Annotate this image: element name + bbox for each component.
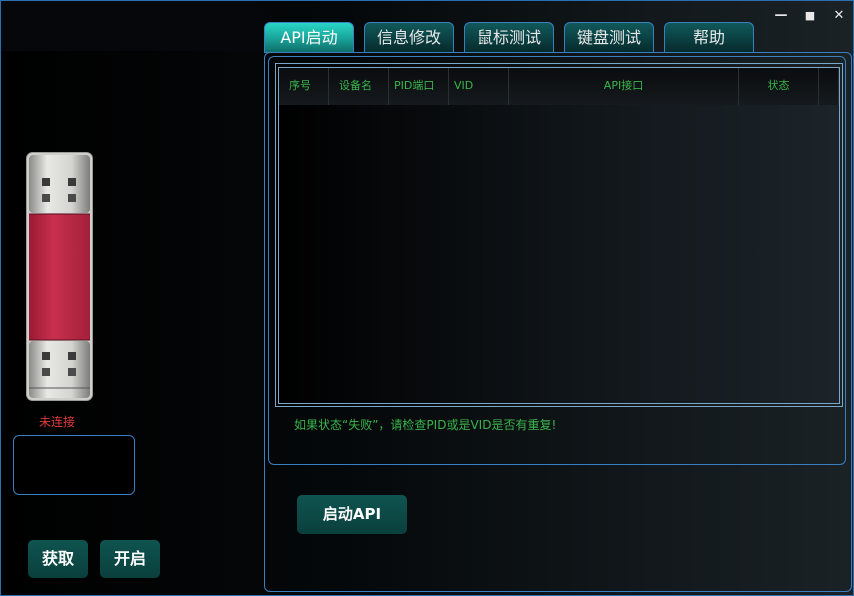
column-header-filler — [819, 68, 839, 105]
column-header-pid-port[interactable]: PID端口 — [389, 68, 449, 105]
device-table[interactable]: 序号 设备名 PID端口 VID API接口 状态 — [278, 67, 840, 404]
open-button[interactable]: 开启 — [100, 540, 160, 578]
connection-status: 未连接 — [39, 415, 76, 429]
tab-help[interactable]: 帮助 — [664, 22, 754, 53]
column-header-device-name[interactable]: 设备名 — [329, 68, 389, 105]
close-icon[interactable]: ✕ — [829, 8, 849, 24]
minimize-icon[interactable]: — — [771, 8, 791, 24]
column-header-index[interactable]: 序号 — [279, 68, 329, 105]
tab-keyboard-test[interactable]: 键盘测试 — [564, 22, 654, 53]
warning-message: 如果状态“失败”，请检查PID或是VID是否有重复! — [294, 418, 557, 432]
start-api-button[interactable]: 启动API — [297, 495, 407, 534]
tab-api-start[interactable]: API启动 — [264, 22, 354, 53]
tab-info-edit[interactable]: 信息修改 — [364, 22, 454, 53]
tab-mouse-test[interactable]: 鼠标测试 — [464, 22, 554, 53]
title-bar — [1, 1, 263, 51]
get-button[interactable]: 获取 — [28, 540, 88, 578]
column-header-vid[interactable]: VID — [449, 68, 509, 105]
device-info-box — [13, 435, 135, 495]
column-header-status[interactable]: 状态 — [739, 68, 819, 105]
table-header: 序号 设备名 PID端口 VID API接口 状态 — [279, 68, 839, 105]
column-header-api-interface[interactable]: API接口 — [509, 68, 739, 105]
maximize-icon[interactable]: ■ — [800, 8, 820, 24]
app-window: — ■ ✕ API启动 信息修改 鼠标测试 键盘测试 帮助 序号 设备名 PID… — [0, 0, 854, 596]
usb-drive-icon — [26, 152, 93, 401]
